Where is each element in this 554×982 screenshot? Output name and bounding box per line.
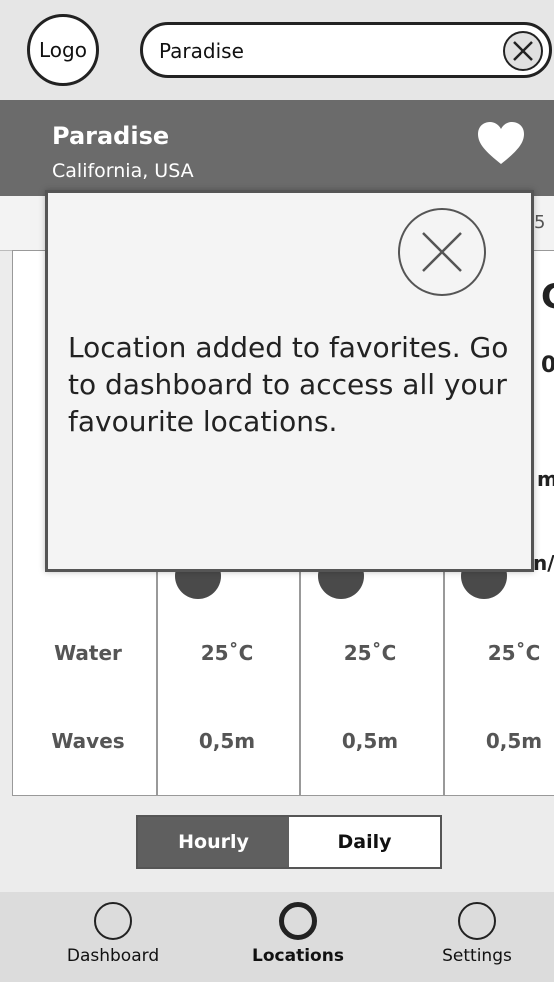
obscured-value: n/s — [533, 551, 554, 575]
obscured-value: C — [541, 277, 554, 317]
waves-cell: 0,5m — [198, 729, 256, 753]
favorite-added-dialog: Location added to favorites. Go to dashb… — [45, 190, 534, 572]
nav-dashboard[interactable]: Dashboard — [38, 902, 188, 966]
search-input[interactable]: Paradise — [140, 22, 552, 78]
heart-icon[interactable] — [476, 120, 526, 166]
nav-label: Locations — [252, 946, 344, 966]
location-region: California, USA — [52, 160, 194, 182]
locations-icon — [279, 902, 317, 940]
row-label-waves: Waves — [51, 729, 125, 753]
obscured-value: 0 — [541, 353, 554, 378]
top-bar: Logo Paradise — [0, 0, 554, 100]
bottom-nav: Dashboard Locations Settings — [0, 892, 554, 982]
nav-settings[interactable]: Settings — [402, 902, 552, 966]
dialog-close-button[interactable] — [398, 208, 486, 296]
close-icon — [513, 41, 533, 61]
location-header: Paradise California, USA — [0, 100, 554, 196]
daily-tab[interactable]: Daily — [289, 817, 440, 867]
waves-cell: 0,5m — [341, 729, 399, 753]
close-icon — [422, 232, 462, 272]
hourly-tab[interactable]: Hourly — [138, 817, 289, 867]
dashboard-icon — [94, 902, 132, 940]
clear-search-button[interactable] — [503, 31, 543, 71]
water-temp-cell: 25˚C — [343, 641, 397, 665]
logo[interactable]: Logo — [27, 14, 99, 86]
waves-cell: 0,5m — [485, 729, 543, 753]
nav-locations[interactable]: Locations — [223, 902, 373, 966]
nav-label: Settings — [442, 946, 512, 966]
water-temp-cell: 25˚C — [487, 641, 541, 665]
settings-icon — [458, 902, 496, 940]
day-tab-partial[interactable]: 5 — [534, 212, 545, 233]
dialog-message: Location added to favorites. Go to dashb… — [68, 331, 509, 438]
nav-label: Dashboard — [66, 946, 160, 966]
obscured-value: mı — [537, 467, 554, 491]
row-label-water: Water — [54, 641, 122, 665]
water-temp-cell: 25˚C — [200, 641, 254, 665]
forecast-range-toggle: Hourly Daily — [136, 815, 442, 869]
search-value: Paradise — [159, 39, 244, 63]
location-name: Paradise — [52, 122, 170, 150]
